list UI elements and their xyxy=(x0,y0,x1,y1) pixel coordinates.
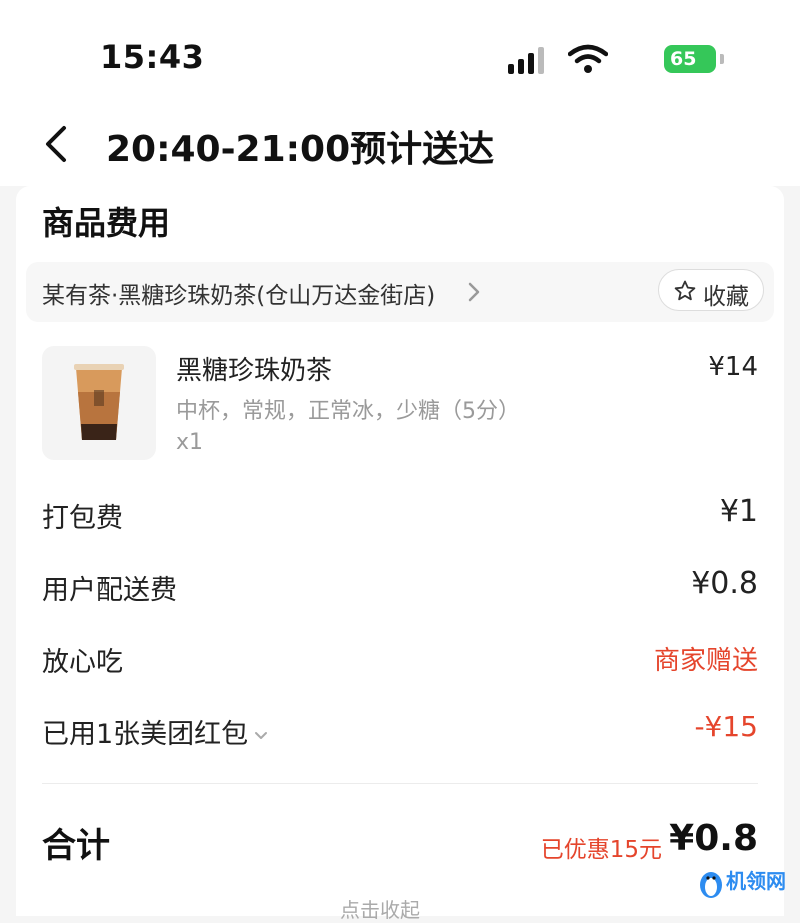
status-bar: 15:43 65 xyxy=(0,0,800,110)
watermark-text: 机领网 xyxy=(726,869,786,893)
product-name: 黑糖珍珠奶茶 xyxy=(176,356,333,386)
red-packet-value: -¥15 xyxy=(694,710,758,743)
battery-cap xyxy=(720,54,724,64)
packing-fee-value: ¥1 xyxy=(719,494,758,529)
chevron-down-icon[interactable] xyxy=(254,731,268,741)
nav-bar: 20:40-21:00预计送达 xyxy=(0,110,800,186)
divider xyxy=(42,783,758,784)
food-safety-label: 放心吃 xyxy=(42,647,123,678)
shop-name[interactable]: 某有茶·黑糖珍珠奶茶(仓山万达金街店) xyxy=(42,276,435,310)
product-quantity: x1 xyxy=(176,430,204,455)
star-icon xyxy=(674,280,696,301)
collapse-link[interactable]: 点击收起 xyxy=(340,894,420,923)
red-packet-row[interactable]: 已用1张美团红包 xyxy=(42,712,268,751)
back-icon[interactable] xyxy=(38,124,74,164)
section-title: 商品费用 xyxy=(42,204,171,242)
product-image[interactable] xyxy=(42,346,156,460)
favorite-button[interactable]: 收藏 xyxy=(658,269,764,311)
cellular-signal-icon xyxy=(508,46,550,74)
status-time: 15:43 xyxy=(100,38,205,76)
product-price: ¥14 xyxy=(708,352,758,382)
battery-icon: 65 xyxy=(664,45,716,73)
saved-amount: 已优惠15元 xyxy=(540,837,662,863)
shop-row[interactable]: 某有茶·黑糖珍珠奶茶(仓山万达金街店) 收藏 xyxy=(26,262,774,322)
product-spec: 中杯，常规，正常冰，少糖（5分） xyxy=(176,399,520,424)
total-amount: ¥0.8 xyxy=(669,818,758,859)
delivery-fee-value: ¥0.8 xyxy=(691,566,758,601)
red-packet-label[interactable]: 已用1张美团红包 xyxy=(42,719,248,750)
chevron-right-icon xyxy=(468,282,480,302)
packing-fee-label: 打包费 xyxy=(42,503,123,534)
delivery-fee-label: 用户配送费 xyxy=(42,575,177,606)
wifi-icon xyxy=(568,44,608,73)
food-safety-value: 商家赠送 xyxy=(653,646,758,676)
fee-card: 商品费用 某有茶·黑糖珍珠奶茶(仓山万达金街店) 收藏 黑糖珍珠奶茶 中杯，常规… xyxy=(16,186,784,922)
page-title: 20:40-21:00预计送达 xyxy=(106,129,495,170)
penguin-logo-icon xyxy=(700,872,722,898)
system-icons: 65 xyxy=(496,44,736,76)
battery-level: 65 xyxy=(670,48,697,70)
total-label: 合计 xyxy=(42,826,110,866)
favorite-label: 收藏 xyxy=(703,284,749,310)
watermark: 机领网 xyxy=(698,863,794,903)
milk-tea-cup-icon xyxy=(74,364,124,440)
